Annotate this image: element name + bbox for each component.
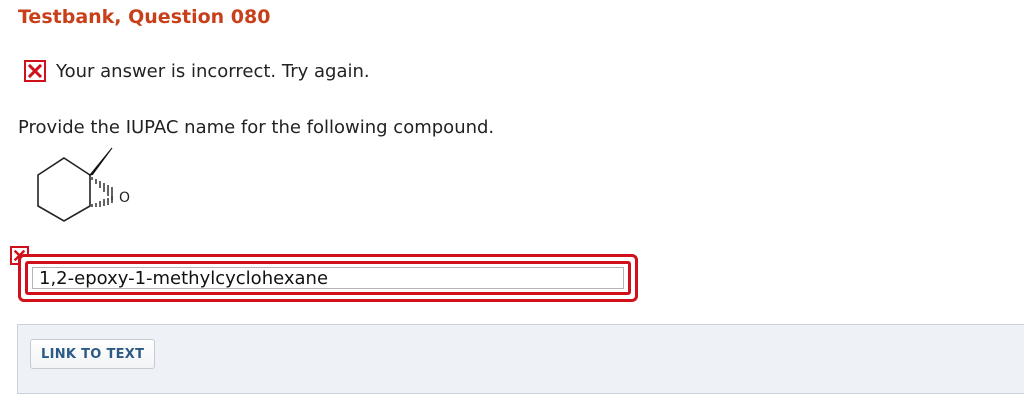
- answer-field-wrapper: [18, 254, 638, 302]
- feedback-message: Your answer is incorrect. Try again.: [24, 60, 370, 82]
- incorrect-x-icon: [24, 60, 46, 82]
- compound-structure: O: [18, 140, 148, 244]
- question-prompt: Provide the IUPAC name for the following…: [18, 117, 495, 138]
- link-to-text-button[interactable]: LINK TO TEXT: [30, 339, 156, 369]
- feedback-text: Your answer is incorrect. Try again.: [56, 60, 370, 82]
- resources-panel: LINK TO TEXT: [17, 324, 1024, 394]
- oxygen-atom-label: O: [119, 190, 130, 206]
- answer-field-border: [25, 261, 631, 295]
- epoxide-structure-diagram: O: [37, 147, 130, 222]
- page-title: Testbank, Question 080: [18, 6, 271, 28]
- answer-input[interactable]: [32, 267, 624, 289]
